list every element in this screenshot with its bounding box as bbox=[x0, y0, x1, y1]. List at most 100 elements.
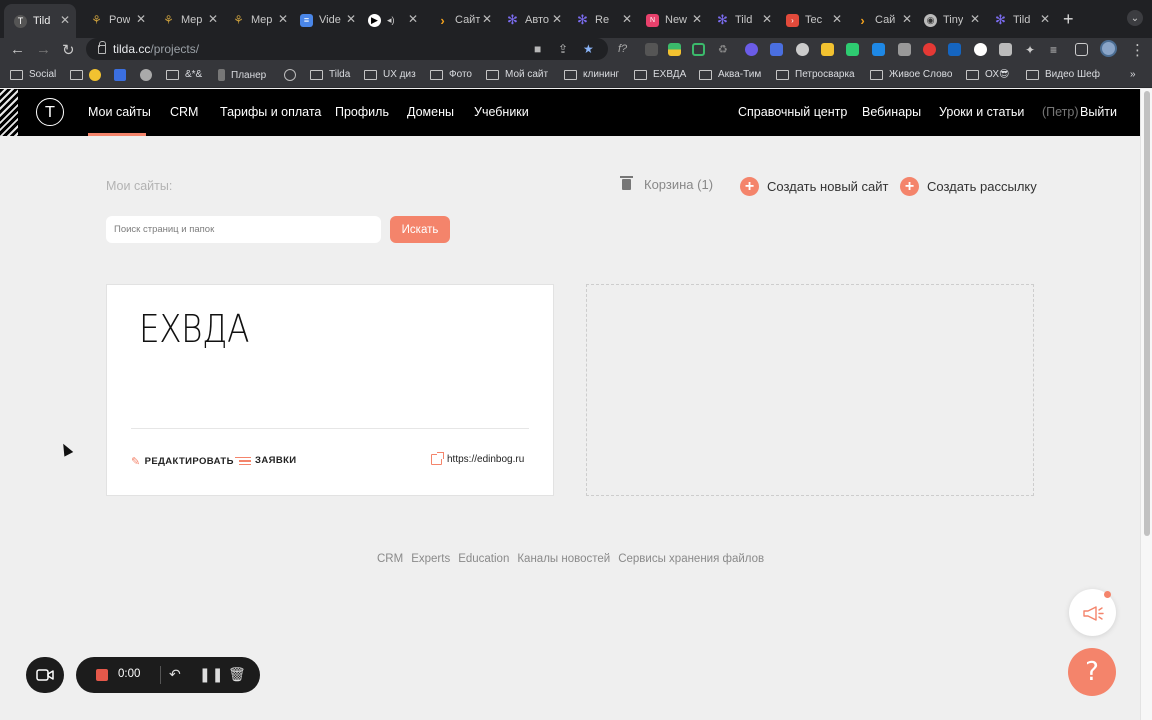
close-icon[interactable]: ✕ bbox=[552, 12, 562, 26]
sync-extension-icon[interactable] bbox=[692, 43, 705, 56]
nav-webinars[interactable]: Вебинары bbox=[862, 105, 921, 119]
extension-icon[interactable] bbox=[668, 43, 681, 56]
extension-icon[interactable] bbox=[923, 43, 936, 56]
browser-tab[interactable]: ▶ ◂) ✕ bbox=[358, 8, 424, 32]
close-icon[interactable]: ✕ bbox=[692, 12, 702, 26]
browser-tab[interactable]: ≡ Vide ✕ bbox=[290, 8, 362, 32]
search-input[interactable] bbox=[106, 216, 381, 243]
tilda-logo[interactable]: T bbox=[36, 98, 64, 126]
extension-icon[interactable] bbox=[898, 43, 911, 56]
extension-icon[interactable] bbox=[821, 43, 834, 56]
close-icon[interactable]: ✕ bbox=[832, 12, 842, 26]
new-tab-button[interactable]: + bbox=[1063, 9, 1074, 30]
close-icon[interactable]: ✕ bbox=[970, 12, 980, 26]
footer-link-education[interactable]: Education bbox=[458, 553, 509, 565]
bookmark-item[interactable]: Петросварка bbox=[776, 69, 855, 80]
bookmark-item[interactable]: Живое Слово bbox=[870, 69, 952, 80]
formula-extension-icon[interactable]: f? bbox=[618, 43, 631, 56]
footer-link-crm[interactable]: CRM bbox=[377, 553, 403, 565]
bookmark-item[interactable]: Видео Шеф bbox=[1026, 69, 1100, 80]
bookmarks-overflow-icon[interactable]: » bbox=[1130, 69, 1136, 80]
site-title[interactable]: ЕХВДА bbox=[139, 307, 249, 351]
browser-tab-active[interactable]: T Tild ✕ bbox=[4, 4, 76, 38]
nav-pricing[interactable]: Тарифы и оплата bbox=[220, 105, 321, 119]
reading-list-icon[interactable]: ≡ bbox=[1050, 43, 1063, 57]
camera-toggle-button[interactable] bbox=[26, 657, 64, 693]
tab-search-icon[interactable]: ⌄ bbox=[1127, 10, 1143, 26]
nav-profile[interactable]: Профиль bbox=[335, 105, 389, 119]
footer-link-news-channels[interactable]: Каналы новостей bbox=[517, 553, 610, 565]
site-card[interactable]: ЕХВДА ✎ РЕДАКТИРОВАТЬ ЗАЯВКИ https://edi… bbox=[106, 284, 554, 496]
trash-button[interactable]: Корзина (1) bbox=[620, 176, 713, 192]
browser-tab[interactable]: N New ✕ bbox=[636, 8, 708, 32]
bookmark-item[interactable] bbox=[70, 69, 107, 81]
bookmark-item[interactable]: ОХ😎 bbox=[966, 69, 1009, 80]
close-icon[interactable]: ✕ bbox=[278, 12, 288, 26]
edit-site-button[interactable]: ✎ РЕДАКТИРОВАТЬ bbox=[131, 455, 234, 468]
forward-icon[interactable]: → bbox=[36, 41, 51, 58]
bookmark-item[interactable]: клининг bbox=[564, 69, 619, 80]
close-icon[interactable]: ✕ bbox=[208, 12, 218, 26]
leads-button[interactable]: ЗАЯВКИ bbox=[235, 455, 297, 466]
back-icon[interactable]: ← bbox=[10, 41, 25, 58]
nav-domains[interactable]: Домены bbox=[407, 105, 454, 119]
close-icon[interactable]: ✕ bbox=[1040, 12, 1050, 26]
close-icon[interactable]: ✕ bbox=[408, 12, 418, 26]
bookmark-item[interactable]: ЕХВДА bbox=[634, 69, 686, 80]
browser-tab[interactable]: ⚘ Mep ✕ bbox=[222, 8, 294, 32]
close-icon[interactable]: ✕ bbox=[346, 12, 356, 26]
browser-tab[interactable]: ✻ Tild ✕ bbox=[984, 8, 1056, 32]
camera-icon[interactable]: ■ bbox=[534, 42, 541, 56]
bookmark-item[interactable]: Tilda bbox=[310, 69, 350, 80]
nav-crm[interactable]: CRM bbox=[170, 105, 198, 119]
extension-icon[interactable] bbox=[770, 43, 783, 56]
extension-icon[interactable] bbox=[999, 43, 1012, 56]
nav-lessons[interactable]: Уроки и статьи bbox=[939, 105, 1024, 119]
nav-tutorials[interactable]: Учебники bbox=[474, 105, 529, 119]
browser-tab[interactable]: ⚘ Pow ✕ bbox=[80, 8, 152, 32]
bookmark-item[interactable]: Планер bbox=[218, 69, 266, 81]
reload-icon[interactable]: ↻ bbox=[62, 41, 75, 59]
close-icon[interactable]: ✕ bbox=[136, 12, 146, 26]
browser-tab[interactable]: › Tec ✕ bbox=[776, 8, 848, 32]
create-mailing-button[interactable]: + Создать рассылку bbox=[900, 177, 1037, 196]
browser-tab[interactable]: › Сайт ✕ bbox=[426, 8, 498, 32]
avatar[interactable] bbox=[1100, 40, 1117, 57]
bookmark-item[interactable]: Мой сайт bbox=[486, 69, 548, 80]
create-site-button[interactable]: + Создать новый сайт bbox=[740, 177, 889, 196]
close-icon[interactable]: ✕ bbox=[60, 13, 70, 27]
site-url-link[interactable]: https://edinbog.ru bbox=[431, 452, 524, 465]
browser-tab[interactable]: ✻ Re ✕ bbox=[566, 8, 638, 32]
menu-icon[interactable]: ⋮ bbox=[1130, 41, 1145, 59]
nav-help-center[interactable]: Справочный центр bbox=[738, 105, 847, 119]
browser-tab[interactable]: ✻ Авто ✕ bbox=[496, 8, 568, 32]
extension-icon[interactable] bbox=[645, 43, 658, 56]
close-icon[interactable]: ✕ bbox=[622, 12, 632, 26]
bookmark-item[interactable]: Аква-Тим bbox=[699, 69, 761, 80]
logout-link[interactable]: Выйти bbox=[1080, 105, 1117, 119]
footer-link-file-storage[interactable]: Сервисы хранения файлов bbox=[618, 553, 764, 565]
extension-icon[interactable] bbox=[745, 43, 758, 56]
footer-link-experts[interactable]: Experts bbox=[411, 553, 450, 565]
recycle-icon[interactable]: ♻ bbox=[718, 43, 731, 56]
browser-tab[interactable]: ⚘ Mep ✕ bbox=[152, 8, 224, 32]
bookmark-item[interactable]: UX диз bbox=[364, 69, 416, 80]
share-icon[interactable]: ⇪ bbox=[558, 42, 568, 56]
nav-my-sites[interactable]: Мои сайты bbox=[88, 105, 151, 119]
extension-icon[interactable] bbox=[948, 43, 961, 56]
search-button[interactable]: Искать bbox=[390, 216, 450, 243]
browser-tab[interactable]: › Сай ✕ bbox=[846, 8, 918, 32]
download-icon[interactable] bbox=[872, 43, 885, 56]
bookmark-item[interactable]: Social bbox=[10, 69, 56, 80]
bookmark-item[interactable]: &*& bbox=[166, 69, 202, 80]
page-scrollbar[interactable] bbox=[1140, 89, 1152, 720]
browser-tab[interactable]: ◉ Tiny ✕ bbox=[914, 8, 986, 32]
address-bar[interactable]: tilda.cc/projects/ ■ ⇪ ★ bbox=[86, 38, 608, 60]
extension-icon[interactable] bbox=[974, 43, 987, 56]
bookmark-item[interactable]: Фото bbox=[430, 69, 472, 80]
bookmark-item[interactable] bbox=[114, 69, 132, 81]
extension-icon[interactable] bbox=[846, 43, 859, 56]
close-icon[interactable]: ✕ bbox=[902, 12, 912, 26]
close-icon[interactable]: ✕ bbox=[762, 12, 772, 26]
side-panel-icon[interactable] bbox=[1075, 43, 1088, 56]
